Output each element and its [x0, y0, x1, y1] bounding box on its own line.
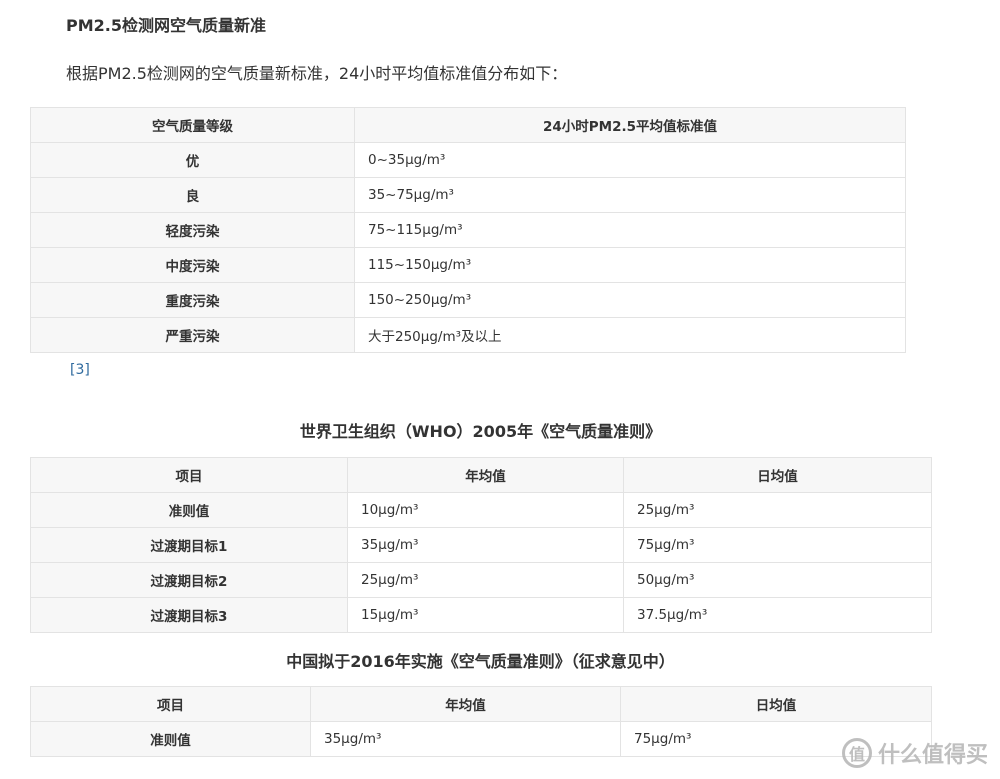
table-row: 严重污染 大于250μg/m³及以上 [30, 317, 906, 353]
table-cell: 25μg/m³ [623, 492, 932, 528]
article-page: PM2.5检测网空气质量新准 根据PM2.5检测网的空气质量新标准，24小时平均… [0, 0, 1000, 779]
smzdm-logo-icon: 值 [841, 738, 872, 768]
row-label: 良 [30, 177, 355, 213]
table-row: 优 0~35μg/m³ [30, 142, 906, 178]
table-cell: 75~115μg/m³ [354, 212, 906, 248]
watermark-text: 什么值得买 [877, 743, 988, 768]
row-label: 准则值 [30, 492, 348, 528]
row-label: 过渡期目标3 [30, 597, 348, 633]
row-label: 中度污染 [30, 247, 355, 283]
row-label: 重度污染 [30, 282, 355, 318]
pm25-standard-table: 空气质量等级 24小时PM2.5平均值标准值 优 0~35μg/m³ 良 35~… [30, 107, 906, 353]
column-header: 项目 [30, 457, 348, 493]
table-row: 过渡期目标1 35μg/m³ 75μg/m³ [30, 527, 932, 563]
row-label: 过渡期目标1 [30, 527, 348, 563]
who-guideline-table: 项目 年均值 日均值 准则值 10μg/m³ 25μg/m³ 过渡期目标1 35… [30, 457, 932, 633]
column-header: 日均值 [620, 686, 932, 722]
row-label: 轻度污染 [30, 212, 355, 248]
who-table-title: 世界卫生组织（WHO）2005年《空气质量准则》 [299, 422, 662, 441]
section-title: PM2.5检测网空气质量新准 [66, 16, 266, 35]
table-row: 轻度污染 75~115μg/m³ [30, 212, 906, 248]
column-header: 项目 [30, 686, 311, 722]
table-cell: 10μg/m³ [347, 492, 624, 528]
column-header: 年均值 [347, 457, 624, 493]
table-row: 准则值 10μg/m³ 25μg/m³ [30, 492, 932, 528]
table-cell: 15μg/m³ [347, 597, 624, 633]
table-row: 重度污染 150~250μg/m³ [30, 282, 906, 318]
china-guideline-table: 项目 年均值 日均值 准则值 35μg/m³ 75μg/m³ [30, 686, 932, 757]
table-header-row: 项目 年均值 日均值 [30, 457, 932, 493]
china-table-title: 中国拟于2016年实施《空气质量准则》（征求意见中） [286, 652, 675, 671]
table-cell: 50μg/m³ [623, 562, 932, 598]
column-header: 24小时PM2.5平均值标准值 [354, 107, 906, 143]
table-cell: 150~250μg/m³ [354, 282, 906, 318]
column-header: 年均值 [310, 686, 621, 722]
table-row: 准则值 35μg/m³ 75μg/m³ [30, 721, 932, 757]
table-cell: 35μg/m³ [347, 527, 624, 563]
row-label: 过渡期目标2 [30, 562, 348, 598]
table-cell: 115~150μg/m³ [354, 247, 906, 283]
table-cell: 大于250μg/m³及以上 [354, 317, 906, 353]
table-cell: 37.5μg/m³ [623, 597, 932, 633]
table-cell: 75μg/m³ [623, 527, 932, 563]
table-row: 过渡期目标2 25μg/m³ 50μg/m³ [30, 562, 932, 598]
table-cell: 35μg/m³ [310, 721, 621, 757]
table-header-row: 项目 年均值 日均值 [30, 686, 932, 722]
table-header-row: 空气质量等级 24小时PM2.5平均值标准值 [30, 107, 906, 143]
row-label: 优 [30, 142, 355, 178]
reference-link[interactable]: [3] [70, 361, 90, 379]
row-label: 准则值 [30, 721, 311, 757]
site-watermark: 值 什么值得买 [841, 737, 988, 769]
table-cell: 0~35μg/m³ [354, 142, 906, 178]
table-row: 中度污染 115~150μg/m³ [30, 247, 906, 283]
column-header: 日均值 [623, 457, 932, 493]
row-label: 严重污染 [30, 317, 355, 353]
table-cell: 25μg/m³ [347, 562, 624, 598]
table-row: 过渡期目标3 15μg/m³ 37.5μg/m³ [30, 597, 932, 633]
intro-paragraph: 根据PM2.5检测网的空气质量新标准，24小时平均值标准值分布如下： [66, 64, 568, 83]
column-header: 空气质量等级 [30, 107, 355, 143]
table-cell: 35~75μg/m³ [354, 177, 906, 213]
table-row: 良 35~75μg/m³ [30, 177, 906, 213]
